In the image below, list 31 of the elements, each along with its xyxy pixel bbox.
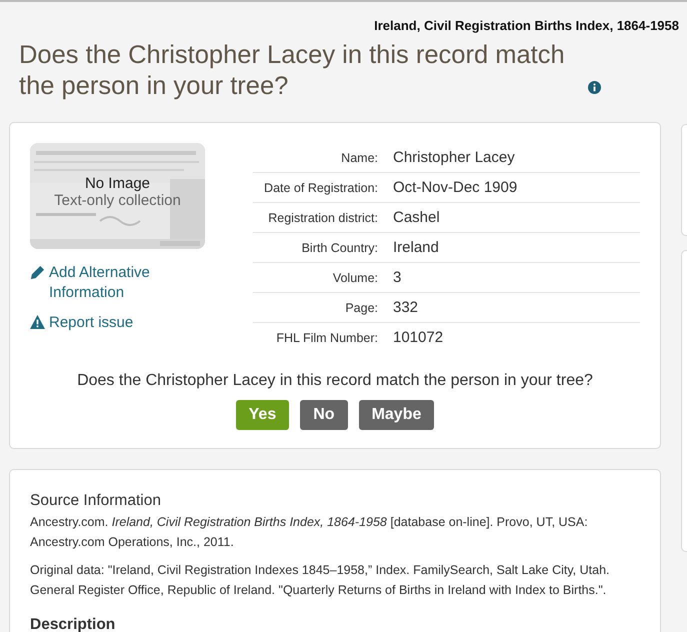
field-value: Ireland — [393, 233, 640, 263]
answer-button[interactable]: No — [300, 400, 348, 430]
field-value: Cashel — [393, 203, 640, 233]
field-value: Christopher Lacey — [393, 143, 640, 173]
source-text: Ancestry.com. Ireland, Civil Registration Births Index, 1864-1958 [database on-line]. Provo, UT, USA: Ancestry.com Operations, Inc., 2011. — [30, 514, 589, 551]
text-only-label: Text-only collection — [54, 192, 181, 209]
field-label: Registration district: — [253, 203, 393, 233]
answer-button[interactable]: Maybe — [358, 400, 434, 430]
section-title: Description — [30, 616, 116, 632]
field-value: 332 — [393, 293, 640, 323]
warning-icon — [30, 315, 45, 329]
edit-link[interactable]: Add Alternative Information — [30, 263, 180, 303]
field-label: Volume: — [253, 263, 393, 293]
field-value: 3 — [393, 263, 640, 293]
info-icon[interactable] — [588, 81, 601, 94]
pencil-icon — [30, 265, 45, 280]
source-text: Original data: "Ireland, Civil Registration Indexes 1845–1958,” Index. FamilySearch, Salt Lake City, Utah. General Register Office, Republic of Ireland. "Quarterly Returns of Births in Ireland with Index to Births.". — [30, 562, 610, 599]
field-label: FHL Film Number: — [275, 330, 379, 346]
section-title: Source Information — [30, 492, 162, 510]
match-question: Does the Christopher Lacey in this record match the person in your tree? — [76, 372, 594, 390]
page-heading: Does the Christopher Lacey in this record match the person in your tree? — [19, 40, 566, 102]
field-label: Page: — [253, 293, 393, 323]
field-value: Oct-Nov-Dec 1909 — [393, 173, 640, 203]
answer-button[interactable]: Yes — [236, 400, 290, 430]
field-label: Name: — [253, 143, 393, 173]
no-image-label: No Image — [84, 175, 150, 192]
field-label: Date of Registration: — [253, 173, 393, 203]
collection-title: Ireland, Civil Registration Births Index, 1864-1958 — [374, 18, 679, 33]
field-value: 101072 — [393, 328, 444, 348]
field-label: Birth Country: — [253, 233, 393, 263]
report-link[interactable]: Report issue — [30, 313, 180, 333]
